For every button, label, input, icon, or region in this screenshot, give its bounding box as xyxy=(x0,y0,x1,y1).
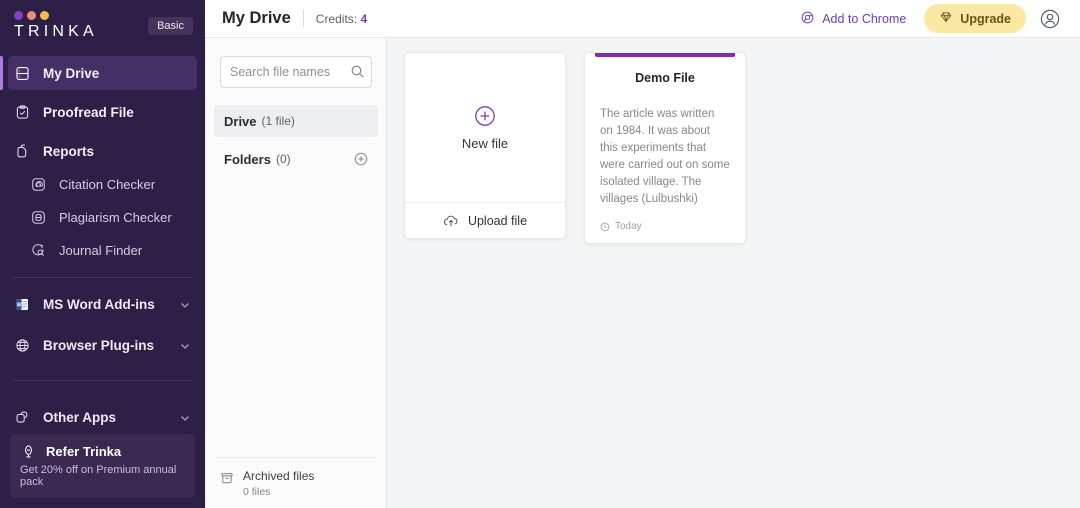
sidebar-item-journal-finder[interactable]: Journal Finder xyxy=(0,234,205,267)
journal-finder-icon xyxy=(30,242,47,259)
archive-box-icon xyxy=(220,471,234,490)
add-to-chrome-label: Add to Chrome xyxy=(822,11,907,26)
refer-trinka-subtitle: Get 20% off on Premium annual pack xyxy=(20,464,177,488)
credits-display: Credits: 4 xyxy=(316,12,367,26)
new-file-card[interactable]: New file Upload file xyxy=(404,52,566,239)
plus-icon[interactable] xyxy=(354,152,368,166)
plagiarism-icon xyxy=(30,209,47,226)
sidebar-item-reports[interactable]: Reports xyxy=(0,135,205,168)
credits-value: 4 xyxy=(360,11,368,26)
sidebar-item-ms-word-addins[interactable]: W MS Word Add-ins xyxy=(0,288,205,321)
new-file-card-body[interactable]: New file xyxy=(405,53,565,202)
svg-text:W: W xyxy=(17,303,23,309)
drive-count: (1 file) xyxy=(261,114,295,128)
refer-megaphone-icon xyxy=(20,443,37,460)
proofread-icon xyxy=(14,104,31,121)
credits-label: Credits: xyxy=(315,11,358,26)
archived-files-count: 0 files xyxy=(243,486,271,498)
user-avatar-icon[interactable] xyxy=(1038,7,1062,31)
file-list-item-drive[interactable]: Drive (1 file) xyxy=(214,105,378,137)
sidebar-divider-1 xyxy=(13,277,192,278)
chevron-down-icon[interactable] xyxy=(179,340,191,352)
file-list-panel: Drive (1 file) Folders (0) xyxy=(205,38,387,508)
search-icon[interactable] xyxy=(350,64,365,79)
page-title: My Drive xyxy=(222,9,291,27)
app-root: TRINKA Basic My Drive Proofread File Rep… xyxy=(0,0,1080,508)
sidebar-item-label: My Drive xyxy=(43,65,100,81)
refer-trinka-title: Refer Trinka xyxy=(46,444,122,459)
topbar: My Drive Credits: 4 Add to Chrome Upgrad… xyxy=(205,0,1080,38)
sidebar-item-browser-plugins[interactable]: Browser Plug-ins xyxy=(0,329,205,362)
globe-icon xyxy=(14,337,31,354)
sidebar-item-label: Proofread File xyxy=(43,105,134,120)
diamond-icon xyxy=(939,10,953,27)
add-to-chrome-button[interactable]: Add to Chrome xyxy=(792,6,914,32)
sidebar-item-plagiarism-checker[interactable]: Plagiarism Checker xyxy=(0,201,205,234)
demo-file-excerpt: The article was written on 1984. It was … xyxy=(600,108,730,205)
chrome-icon xyxy=(800,10,815,28)
demo-file-card[interactable]: Demo File The article was written on 198… xyxy=(584,52,746,244)
sidebar-item-other-apps[interactable]: Other Apps xyxy=(0,401,205,434)
drive-icon xyxy=(14,65,31,82)
brand-dot-yellow-icon xyxy=(40,11,49,20)
upload-file-button[interactable]: Upload file xyxy=(405,202,565,238)
new-file-label: New file xyxy=(461,135,509,151)
sidebar-nav: My Drive Proofread File Reports Citation… xyxy=(0,56,205,434)
demo-file-footer: Today xyxy=(600,221,642,232)
main-area: My Drive Credits: 4 Add to Chrome Upgrad… xyxy=(205,0,1080,508)
chevron-down-icon[interactable] xyxy=(179,299,191,311)
file-list-item-folders[interactable]: Folders (0) xyxy=(214,143,378,175)
brand-header: TRINKA Basic xyxy=(0,0,205,50)
sidebar-item-label: Journal Finder xyxy=(59,243,143,258)
plus-circle-icon xyxy=(474,105,496,127)
content-body: Drive (1 file) Folders (0) xyxy=(205,38,1080,508)
topbar-divider xyxy=(302,10,304,27)
plan-badge[interactable]: Basic xyxy=(148,17,193,35)
archived-text-block: Archived files 0 files xyxy=(243,469,314,498)
clock-icon xyxy=(600,222,610,232)
sidebar-item-label: Other Apps xyxy=(43,410,117,425)
folders-count: (0) xyxy=(275,152,291,166)
sidebar-divider-2 xyxy=(13,380,192,381)
apps-icon xyxy=(14,409,31,426)
citation-icon xyxy=(30,176,47,193)
archived-files-item[interactable]: Archived files 0 files xyxy=(216,457,376,508)
reports-icon xyxy=(14,143,31,160)
ms-word-icon: W xyxy=(14,296,31,313)
folders-label: Folders xyxy=(224,151,271,167)
drive-label: Drive xyxy=(224,113,257,129)
search-container xyxy=(206,56,386,88)
brand-dot-coral-icon xyxy=(27,11,36,20)
sidebar-item-label: MS Word Add-ins xyxy=(43,297,155,312)
demo-file-accent-bar xyxy=(595,53,735,57)
archived-files-label: Archived files xyxy=(243,469,315,483)
file-panel-spacer xyxy=(206,175,386,457)
upload-file-label: Upload file xyxy=(467,213,528,228)
cloud-upload-icon xyxy=(443,214,459,228)
chevron-down-icon[interactable] xyxy=(179,412,191,424)
brand-dot-purple-icon xyxy=(14,11,23,20)
sidebar-item-label: Citation Checker xyxy=(59,177,156,192)
upgrade-label: Upgrade xyxy=(960,11,1011,26)
sidebar-item-label: Plagiarism Checker xyxy=(59,210,172,225)
demo-file-title: Demo File xyxy=(635,71,695,85)
refer-trinka-card[interactable]: Refer Trinka Get 20% off on Premium annu… xyxy=(10,434,195,498)
refer-trinka-header: Refer Trinka xyxy=(20,443,185,460)
sidebar-item-my-drive[interactable]: My Drive xyxy=(0,56,197,90)
cards-grid: New file Upload file Demo File The artic… xyxy=(387,38,1080,508)
sidebar-item-label: Reports xyxy=(43,144,95,159)
sidebar-item-citation-checker[interactable]: Citation Checker xyxy=(0,168,205,201)
sidebar: TRINKA Basic My Drive Proofread File Rep… xyxy=(0,0,205,508)
sidebar-item-label: Browser Plug-ins xyxy=(43,338,155,353)
sidebar-item-proofread-file[interactable]: Proofread File xyxy=(0,96,205,129)
upgrade-button[interactable]: Upgrade xyxy=(924,4,1026,33)
demo-file-timestamp: Today xyxy=(615,221,642,232)
